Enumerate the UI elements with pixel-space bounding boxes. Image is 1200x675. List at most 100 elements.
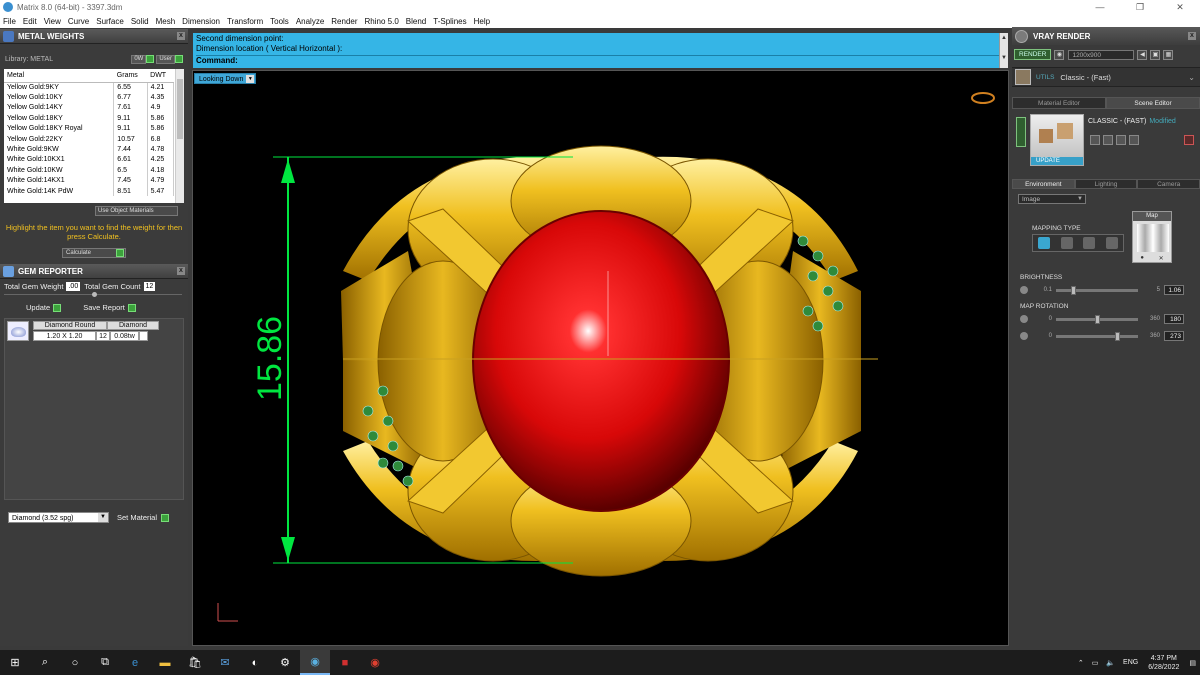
mapping-cube-icon[interactable] xyxy=(1060,237,1073,249)
metal-table-scrollbar[interactable] xyxy=(175,69,184,203)
mapping-sphere-icon[interactable] xyxy=(1083,237,1096,249)
language-indicator[interactable]: ENG xyxy=(1123,659,1138,666)
grid-icon[interactable]: ▦ xyxy=(1163,49,1174,60)
save-report-button[interactable] xyxy=(127,303,136,312)
brightness-value-input[interactable]: 1.06 xyxy=(1164,285,1184,295)
slider-knob[interactable] xyxy=(92,292,97,297)
view-select-dropdown[interactable]: Looking Down ▼ xyxy=(194,73,257,84)
scene-option-icon[interactable] xyxy=(1103,135,1113,145)
rotation-h-slider-thumb[interactable] xyxy=(1095,314,1100,324)
search-icon[interactable]: ⌕ xyxy=(30,650,60,675)
store-icon[interactable]: 🛍 xyxy=(180,650,210,675)
gem-table-row[interactable]: 1.20 X 1.20 12 0.08tw xyxy=(33,331,148,341)
view-navigation-icon[interactable] xyxy=(971,92,995,104)
menu-render[interactable]: Render xyxy=(331,17,357,26)
menu-solid[interactable]: Solid xyxy=(131,17,149,26)
update-button[interactable] xyxy=(53,303,62,312)
menu-transform[interactable]: Transform xyxy=(227,17,263,26)
file-explorer-icon[interactable]: ▬ xyxy=(150,650,180,675)
scene-tool-icon[interactable] xyxy=(1116,135,1126,145)
rotation-v-value-input[interactable]: 273 xyxy=(1164,331,1184,341)
menu-tsplines[interactable]: T-Splines xyxy=(433,17,466,26)
volume-icon[interactable]: 🔈 xyxy=(1106,659,1115,667)
table-row[interactable]: White Gold:14KX1 7.45 4.79 xyxy=(4,175,175,186)
windows-start-icon[interactable]: ⊞ xyxy=(0,650,30,675)
mail-icon[interactable]: ✉ xyxy=(210,650,240,675)
table-row[interactable]: White Gold:14K PdW 8.51 5.47 xyxy=(4,185,175,197)
menu-edit[interactable]: Edit xyxy=(23,17,37,26)
command-scrollbar[interactable]: ▲ ▼ xyxy=(999,33,1008,68)
mapping-dome-icon[interactable] xyxy=(1105,237,1118,249)
table-row[interactable]: Yellow Gold:22KY 10.57 6.8 xyxy=(4,133,175,145)
camera-icon[interactable]: ◉ xyxy=(1054,49,1065,60)
map-clear-icon[interactable]: ✕ xyxy=(1159,255,1164,262)
close-button[interactable]: ✕ xyxy=(1160,2,1200,13)
rotation-h-slider[interactable] xyxy=(1056,314,1138,324)
scrollbar-thumb[interactable] xyxy=(177,79,183,139)
tab-lighting[interactable]: Lighting xyxy=(1074,179,1138,189)
app-icon-2[interactable]: ■ xyxy=(330,650,360,675)
table-row[interactable]: Yellow Gold:9KY 6.55 4.21 xyxy=(4,82,175,93)
menu-blend[interactable]: Blend xyxy=(406,17,426,26)
task-view-icon[interactable]: ⧉ xyxy=(90,650,120,675)
render-preset-row[interactable]: UTILS Classic - (Fast) ⌄ xyxy=(1012,67,1200,87)
environment-map-slot[interactable]: Map ● ✕ xyxy=(1132,211,1172,263)
menu-file[interactable]: File xyxy=(3,17,16,26)
mapping-plane-icon[interactable] xyxy=(1038,237,1051,249)
rotation-h-value-input[interactable]: 180 xyxy=(1164,314,1184,324)
menu-tools[interactable]: Tools xyxy=(270,17,289,26)
tab-camera[interactable]: Camera xyxy=(1137,179,1200,189)
gem-reporter-close-icon[interactable]: x xyxy=(177,267,185,275)
vray-close-icon[interactable]: x xyxy=(1188,32,1196,40)
rewind-icon[interactable]: ◀ xyxy=(1137,49,1148,60)
col-metal[interactable]: Metal xyxy=(4,69,114,83)
command-area[interactable]: Second dimension point: Dimension locati… xyxy=(193,33,1008,68)
3d-viewport[interactable]: 15.86 Looking Down ▼ xyxy=(192,70,1009,646)
zero-w-button[interactable]: 0W xyxy=(131,54,147,64)
rotation-v-slider-thumb[interactable] xyxy=(1115,331,1120,341)
maximize-button[interactable]: ❐ xyxy=(1120,2,1160,13)
metal-weights-close-icon[interactable]: x xyxy=(177,32,185,40)
menu-analyze[interactable]: Analyze xyxy=(296,17,324,26)
brightness-slider[interactable] xyxy=(1056,285,1138,295)
tab-scene-editor[interactable]: Scene Editor xyxy=(1106,97,1200,109)
tray-chevron-up-icon[interactable]: ⌃ xyxy=(1078,659,1084,667)
network-icon[interactable]: ▭ xyxy=(1092,659,1099,667)
table-row[interactable]: Yellow Gold:10KY 6.77 4.35 xyxy=(4,92,175,103)
gem-reporter-slider[interactable] xyxy=(4,292,182,298)
user-go-icon[interactable] xyxy=(175,55,183,63)
command-prompt[interactable]: Command: xyxy=(196,55,1005,66)
gem-material-select[interactable]: Diamond (3.52 spg) ▼ xyxy=(8,512,109,523)
app-icon-1[interactable]: ◐ xyxy=(240,650,270,675)
calculate-button[interactable]: Calculate xyxy=(62,248,126,258)
tab-environment[interactable]: Environment xyxy=(1012,179,1075,189)
chevron-down-icon[interactable]: ▼ xyxy=(1077,195,1083,204)
rotation-v-slider[interactable] xyxy=(1056,331,1138,341)
chevron-down-icon[interactable]: ⌄ xyxy=(1188,73,1195,82)
matrix-taskbar-icon[interactable]: ◉ xyxy=(300,650,330,675)
gem-table[interactable]: Diamond Round Diamond 1.20 X 1.20 12 0.0… xyxy=(4,318,184,500)
scene-expand-button[interactable] xyxy=(1016,117,1026,147)
chevron-down-icon[interactable]: ▼ xyxy=(246,75,255,83)
chevron-down-icon[interactable]: ▼ xyxy=(98,513,108,522)
menu-dimension[interactable]: Dimension xyxy=(182,17,220,26)
render-button[interactable]: RENDER xyxy=(1014,49,1052,60)
minimize-button[interactable]: — xyxy=(1080,2,1120,12)
table-row[interactable]: White Gold:9KW 7.44 4.78 xyxy=(4,144,175,155)
settings-gear-icon[interactable]: ⚙ xyxy=(270,650,300,675)
table-row[interactable]: Yellow Gold:14KY 7.61 4.9 xyxy=(4,102,175,114)
gem-row-go-icon[interactable] xyxy=(139,331,148,341)
menu-mesh[interactable]: Mesh xyxy=(156,17,176,26)
scene-thumbnail[interactable]: UPDATE xyxy=(1030,114,1084,166)
calculate-go-icon[interactable] xyxy=(116,249,124,257)
scene-reset-button[interactable] xyxy=(1184,135,1194,145)
tab-material-editor[interactable]: Material Editor xyxy=(1012,97,1106,109)
center-gemstone[interactable] xyxy=(472,210,730,512)
cortana-icon[interactable]: ○ xyxy=(60,650,90,675)
edge-browser-icon[interactable]: e xyxy=(120,650,150,675)
user-button[interactable]: User xyxy=(156,54,175,64)
dimension-value[interactable]: 15.86 xyxy=(251,316,289,401)
resolution-field[interactable]: 1200x900 xyxy=(1068,49,1135,60)
map-browse-icon[interactable]: ● xyxy=(1140,255,1144,262)
taskbar-clock[interactable]: 4:37 PM 6/28/2022 xyxy=(1148,654,1179,672)
